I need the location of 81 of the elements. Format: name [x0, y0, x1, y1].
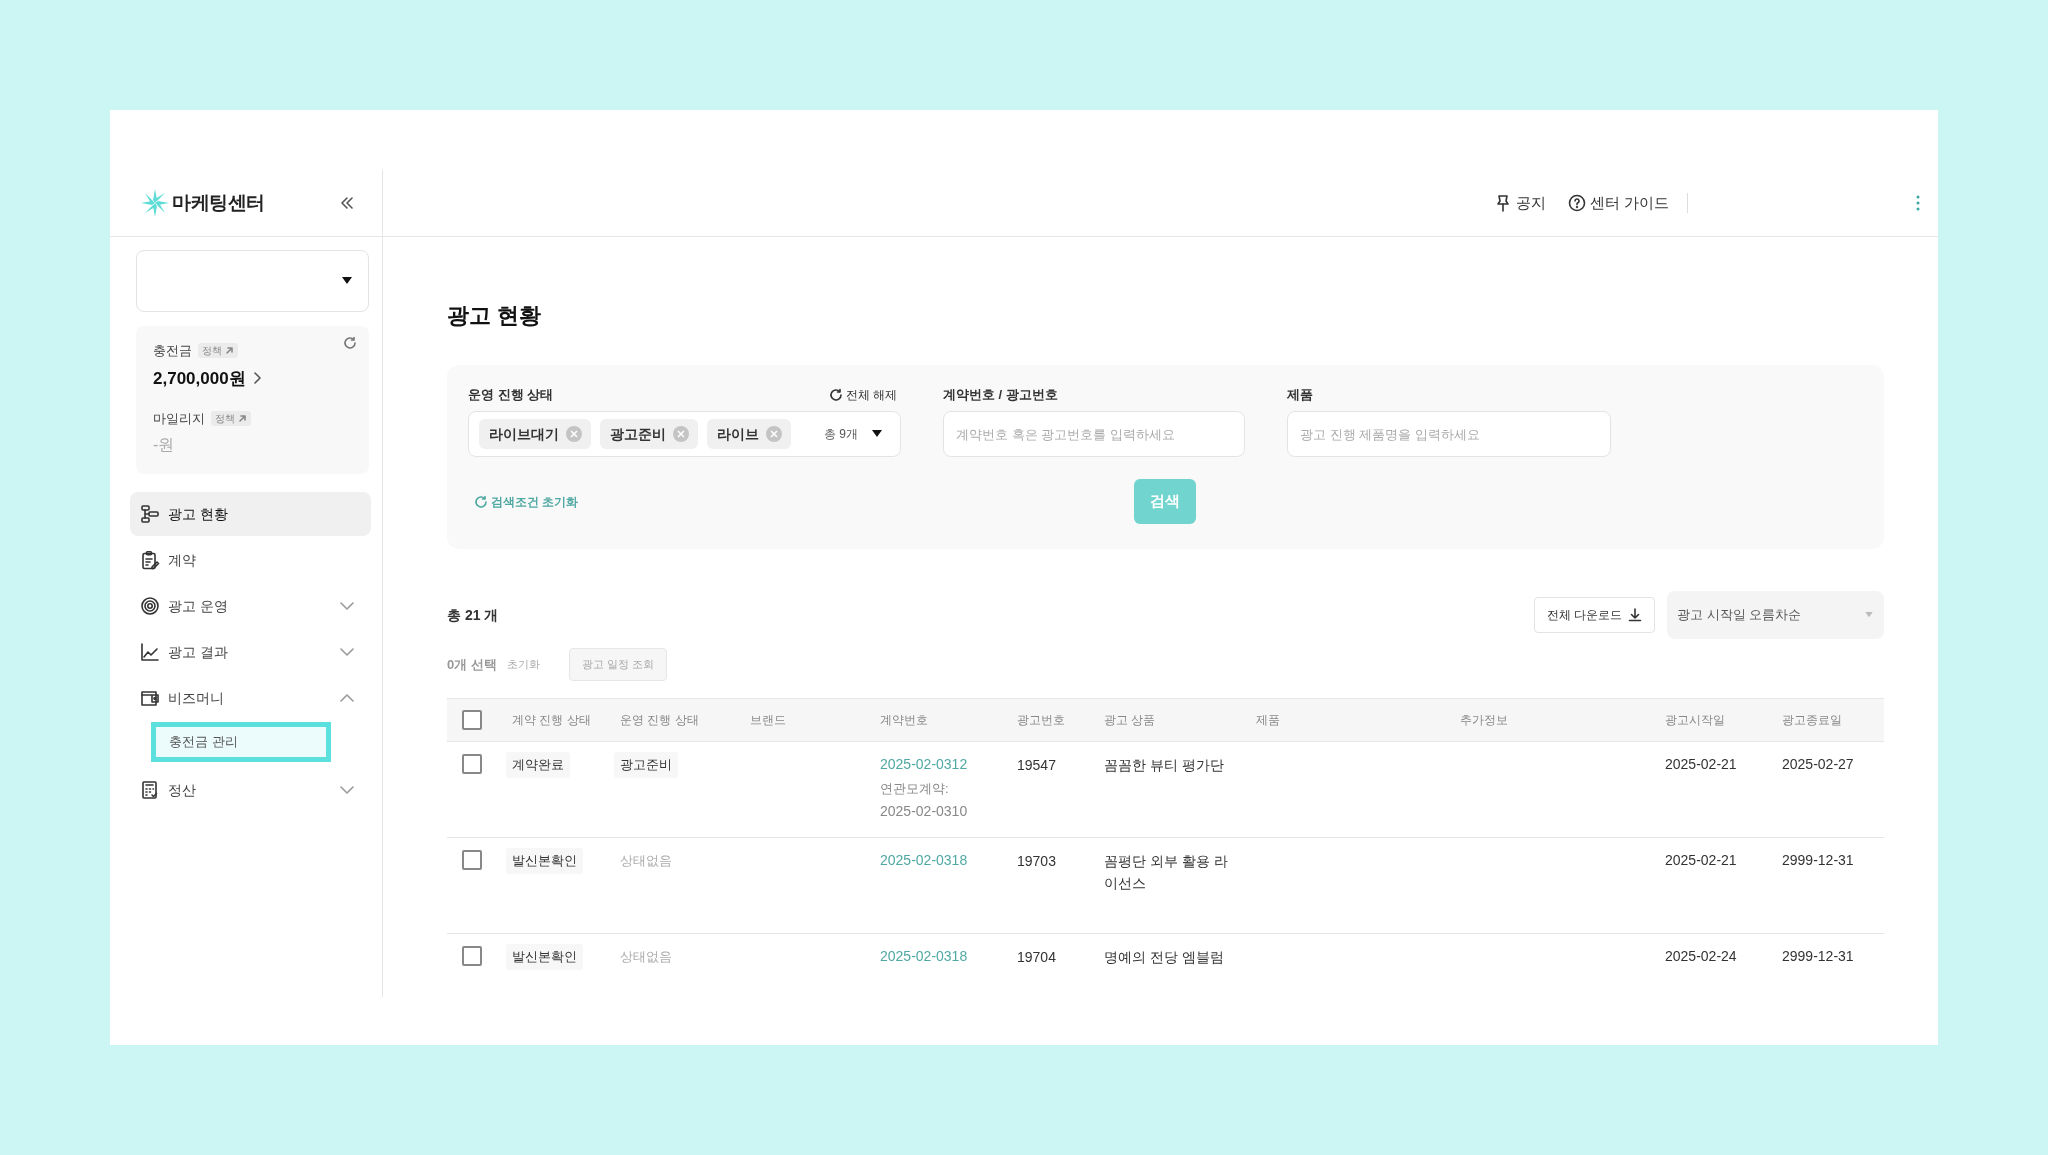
- sidebar-item[interactable]: 광고 현황: [130, 492, 371, 536]
- table-cell-text: 2025-02-0310: [880, 801, 968, 821]
- page-title: 광고 현황: [447, 302, 543, 330]
- column-header: 계약 진행 상태: [512, 713, 591, 727]
- calculator-icon: [140, 780, 160, 800]
- selection-count: 0개 선택: [447, 655, 497, 674]
- table-cell: 19547: [1017, 757, 1056, 773]
- more-icon[interactable]: [1916, 195, 1920, 211]
- refresh-icon: [828, 388, 843, 402]
- table-cell: 2025-02-21: [1665, 852, 1737, 868]
- logo-text: 마케팅센터: [172, 190, 265, 215]
- column-header: 광고시작일: [1665, 713, 1725, 727]
- table-cell: 명예의 전당 엠블럼: [1104, 949, 1224, 965]
- header-link[interactable]: 공지: [1493, 191, 1546, 215]
- target-icon: [140, 596, 160, 616]
- external-link-icon: [238, 414, 247, 424]
- table-cell: 꼼평단 외부 활용 라이선스: [1104, 853, 1228, 891]
- status-tag: 광고준비: [614, 752, 678, 778]
- table-cell: 꼼꼼한 뷰티 평가단: [1104, 757, 1224, 773]
- field-label: 운영 진행 상태: [468, 386, 554, 405]
- column-header: 광고번호: [1017, 713, 1065, 727]
- collapse-icon[interactable]: [340, 197, 354, 209]
- text-input[interactable]: 계약번호 혹은 광고번호를 입력하세요: [943, 411, 1245, 457]
- column-header: 운영 진행 상태: [620, 713, 699, 727]
- chevron-down-icon: [339, 785, 355, 795]
- status-tag: 발신본확인: [506, 944, 583, 970]
- dropdown-caret-icon: [342, 277, 352, 285]
- table-cell-text: 연관모계약:: [880, 780, 949, 798]
- clipboard-icon: [140, 550, 160, 570]
- field-label: 제품: [1287, 386, 1314, 404]
- status-tag: 계약완료: [506, 752, 570, 778]
- status-tag: 발신본확인: [506, 848, 583, 874]
- checkbox[interactable]: [462, 850, 482, 870]
- line-chart-icon: [140, 642, 160, 662]
- column-header: 추가정보: [1460, 713, 1508, 727]
- status-text: 상태없음: [619, 852, 673, 870]
- table-cell: 2999-12-31: [1782, 948, 1854, 964]
- checkbox[interactable]: [462, 946, 482, 966]
- column-header: 브랜드: [750, 713, 786, 727]
- column-header: 제품: [1256, 713, 1280, 727]
- download-button[interactable]: 전체 다운로드: [1533, 597, 1655, 633]
- wallet-icon: [140, 688, 160, 708]
- refresh-icon[interactable]: [343, 336, 357, 350]
- status-text: 상태없음: [619, 948, 673, 966]
- text-input[interactable]: 광고 진행 제품명을 입력하세요: [1287, 411, 1611, 457]
- header-link[interactable]: 센터 가이드: [1567, 191, 1669, 215]
- download-icon: [1628, 608, 1642, 622]
- field-label: 계약번호 / 광고번호: [943, 386, 1059, 404]
- status-chip: 라이브: [707, 419, 791, 449]
- external-link-icon: [225, 346, 234, 356]
- help-icon: [1567, 194, 1586, 212]
- chevron-down-icon: [339, 647, 355, 657]
- dropdown-caret-icon: [1865, 612, 1873, 618]
- sidebar-subitem[interactable]: 충전금 관리: [151, 722, 331, 762]
- status-chip: 라이브대기: [479, 419, 591, 449]
- status-chip: 광고준비: [600, 419, 698, 449]
- flow-chart-icon: [140, 504, 160, 524]
- chevron-up-icon: [339, 693, 355, 703]
- balance-label: 마일리지: [153, 410, 205, 428]
- chevron-right-icon[interactable]: [253, 372, 261, 385]
- sort-dropdown[interactable]: 광고 시작일 오름차순: [1667, 591, 1884, 639]
- table-cell: 2025-02-24: [1665, 948, 1737, 964]
- checkbox[interactable]: [462, 754, 482, 774]
- table-cell: 19704: [1017, 949, 1056, 965]
- selected-count: 총 9개: [824, 426, 858, 443]
- charge-amount: 2,700,000원: [153, 367, 246, 390]
- column-header: 광고종료일: [1782, 713, 1842, 727]
- dropdown-caret-icon: [872, 430, 882, 438]
- table-cell: 2025-02-21: [1665, 756, 1737, 772]
- balance-label: 충전금: [153, 342, 192, 360]
- table-cell: 19703: [1017, 853, 1056, 869]
- chevron-down-icon: [339, 601, 355, 611]
- table-cell: 2999-12-31: [1782, 852, 1854, 868]
- checkbox[interactable]: [462, 710, 482, 730]
- result-count: 총 21 개: [447, 605, 499, 625]
- table-cell: 2025-02-27: [1782, 756, 1854, 772]
- column-header: 광고 상품: [1104, 713, 1156, 727]
- column-header: 계약번호: [880, 713, 928, 727]
- mileage-amount: -원: [153, 434, 176, 455]
- clear-all-link[interactable]: 전체 해제: [828, 386, 901, 404]
- refresh-icon: [474, 494, 488, 509]
